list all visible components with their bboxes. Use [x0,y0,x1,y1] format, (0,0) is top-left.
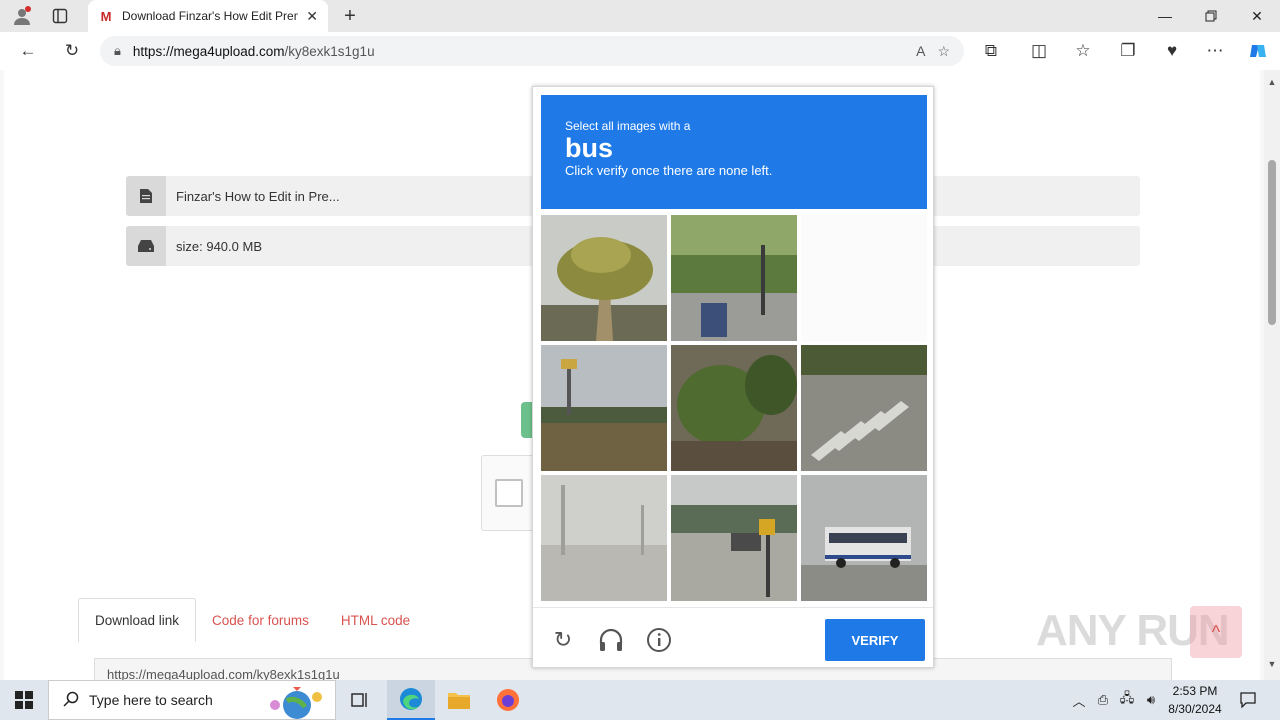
reload-button[interactable]: ↻ [57,36,87,66]
hard-drive-icon [126,226,166,266]
windows-taskbar: Type here to search ︿ ⎙ 🖧︎ 🔊︎ 2:53 PM 8/… [0,680,1280,720]
captcha-tile-foggy-road[interactable] [541,475,667,601]
back-button[interactable]: ← [13,36,43,66]
tab-code-for-forums[interactable]: Code for forums [196,598,325,642]
split-screen-icon[interactable]: ◫ [1024,36,1054,66]
browser-titlebar: M Download Finzar's How Edit Prem ✕ + — … [0,0,1280,32]
captcha-target-word: bus [565,133,614,163]
scroll-down-arrow-icon[interactable]: ▼ [1264,656,1280,672]
refresh-challenge-icon[interactable]: ↻ [549,626,577,654]
file-icon [126,176,166,216]
captcha-checkbox[interactable] [495,479,523,507]
search-placeholder: Type here to search [89,692,213,708]
read-aloud-icon[interactable]: A [916,43,925,59]
page-scrollbar[interactable]: ▲ ▼ [1264,70,1280,680]
address-bar[interactable]: 🔒︎ https://mega4upload.com/ky8exk1s1g1u … [100,36,964,66]
tab-actions-icon[interactable] [44,0,76,32]
tab-download-link[interactable]: Download link [78,598,197,642]
minimize-button[interactable]: — [1142,0,1188,32]
audio-challenge-icon[interactable] [597,626,625,654]
captcha-image-grid [541,215,927,601]
captcha-tile-bus[interactable] [801,475,927,601]
tray-device-icon[interactable]: ⎙ [1094,680,1112,720]
scroll-up-arrow-icon[interactable]: ▲ [1264,74,1280,90]
captcha-instruction: Select all images with a [565,119,691,133]
performance-icon[interactable]: ♥ [1157,36,1187,66]
close-tab-icon[interactable]: ✕ [306,8,318,25]
firefox-icon[interactable] [484,680,532,720]
url-text[interactable]: https://mega4upload.com/ky8exk1s1g1u [133,44,904,59]
scrollbar-thumb[interactable] [1268,160,1276,325]
captcha-tile-crosswalk[interactable] [801,345,927,471]
lock-icon[interactable]: 🔒︎ [114,43,121,59]
captcha-prompt: Select all images with a bus Click verif… [541,95,927,209]
browser-tab-active[interactable]: M Download Finzar's How Edit Prem ✕ [88,0,328,32]
captcha-tile-blank[interactable] [801,215,927,341]
notifications-icon[interactable] [1236,680,1260,720]
browser-navbar: ← ↻ 🔒︎ https://mega4upload.com/ky8exk1s1… [0,32,1280,70]
tab-title: Download Finzar's How Edit Prem [122,9,299,23]
start-button[interactable] [0,680,48,720]
scroll-top-button[interactable]: ^ [1190,606,1242,658]
task-view-icon[interactable] [336,680,384,720]
captcha-tile-parking-lot[interactable] [671,475,797,601]
taskbar-clock[interactable]: 2:53 PM 8/30/2024 [1160,682,1230,718]
edge-taskbar-icon[interactable] [387,680,435,720]
captcha-tile-palm-tree[interactable] [541,215,667,341]
file-explorer-icon[interactable] [435,680,483,720]
favorites-icon[interactable]: ☆ [1068,36,1098,66]
close-window-button[interactable]: ✕ [1234,0,1280,32]
clock-time: 2:53 PM [1172,684,1218,698]
network-icon[interactable]: 🖧︎ [1118,680,1136,720]
verify-button[interactable]: VERIFY [825,619,925,661]
captcha-checkbox-widget[interactable] [481,455,535,531]
taskbar-search-box[interactable]: Type here to search [48,680,336,720]
captcha-challenge: Select all images with a bus Click verif… [532,86,934,668]
volume-icon[interactable]: 🔊︎ [1142,680,1160,720]
captcha-tile-garden[interactable] [671,345,797,471]
captcha-tile-car-street[interactable] [671,215,797,341]
profile-icon[interactable] [6,0,38,32]
new-tab-button[interactable]: + [338,4,362,28]
captcha-tile-highway-sign[interactable] [541,345,667,471]
clock-date: 8/30/2024 [1168,702,1222,716]
more-menu-icon[interactable]: ⋯ [1200,36,1230,66]
extensions-icon[interactable]: ⧉ [976,36,1006,66]
file-size: size: 940.0 MB [176,238,262,254]
restore-button[interactable] [1188,0,1234,32]
favorite-star-icon[interactable]: ☆ [937,43,950,60]
copilot-icon[interactable] [1243,36,1273,66]
info-icon[interactable] [645,626,673,654]
embed-tabs: Download link Code for forums HTML code [78,598,426,642]
captcha-subtext: Click verify once there are none left. [565,163,773,178]
favicon-icon: M [100,8,112,24]
collections-icon[interactable]: ❐ [1113,36,1143,66]
tray-overflow-icon[interactable]: ︿ [1070,680,1088,720]
search-icon [63,691,79,710]
tab-html-code[interactable]: HTML code [325,598,426,642]
search-highlight-icon [263,683,327,722]
file-name: Finzar's How to Edit in Pre... [176,188,340,204]
captcha-footer: ↻ VERIFY [533,607,933,669]
